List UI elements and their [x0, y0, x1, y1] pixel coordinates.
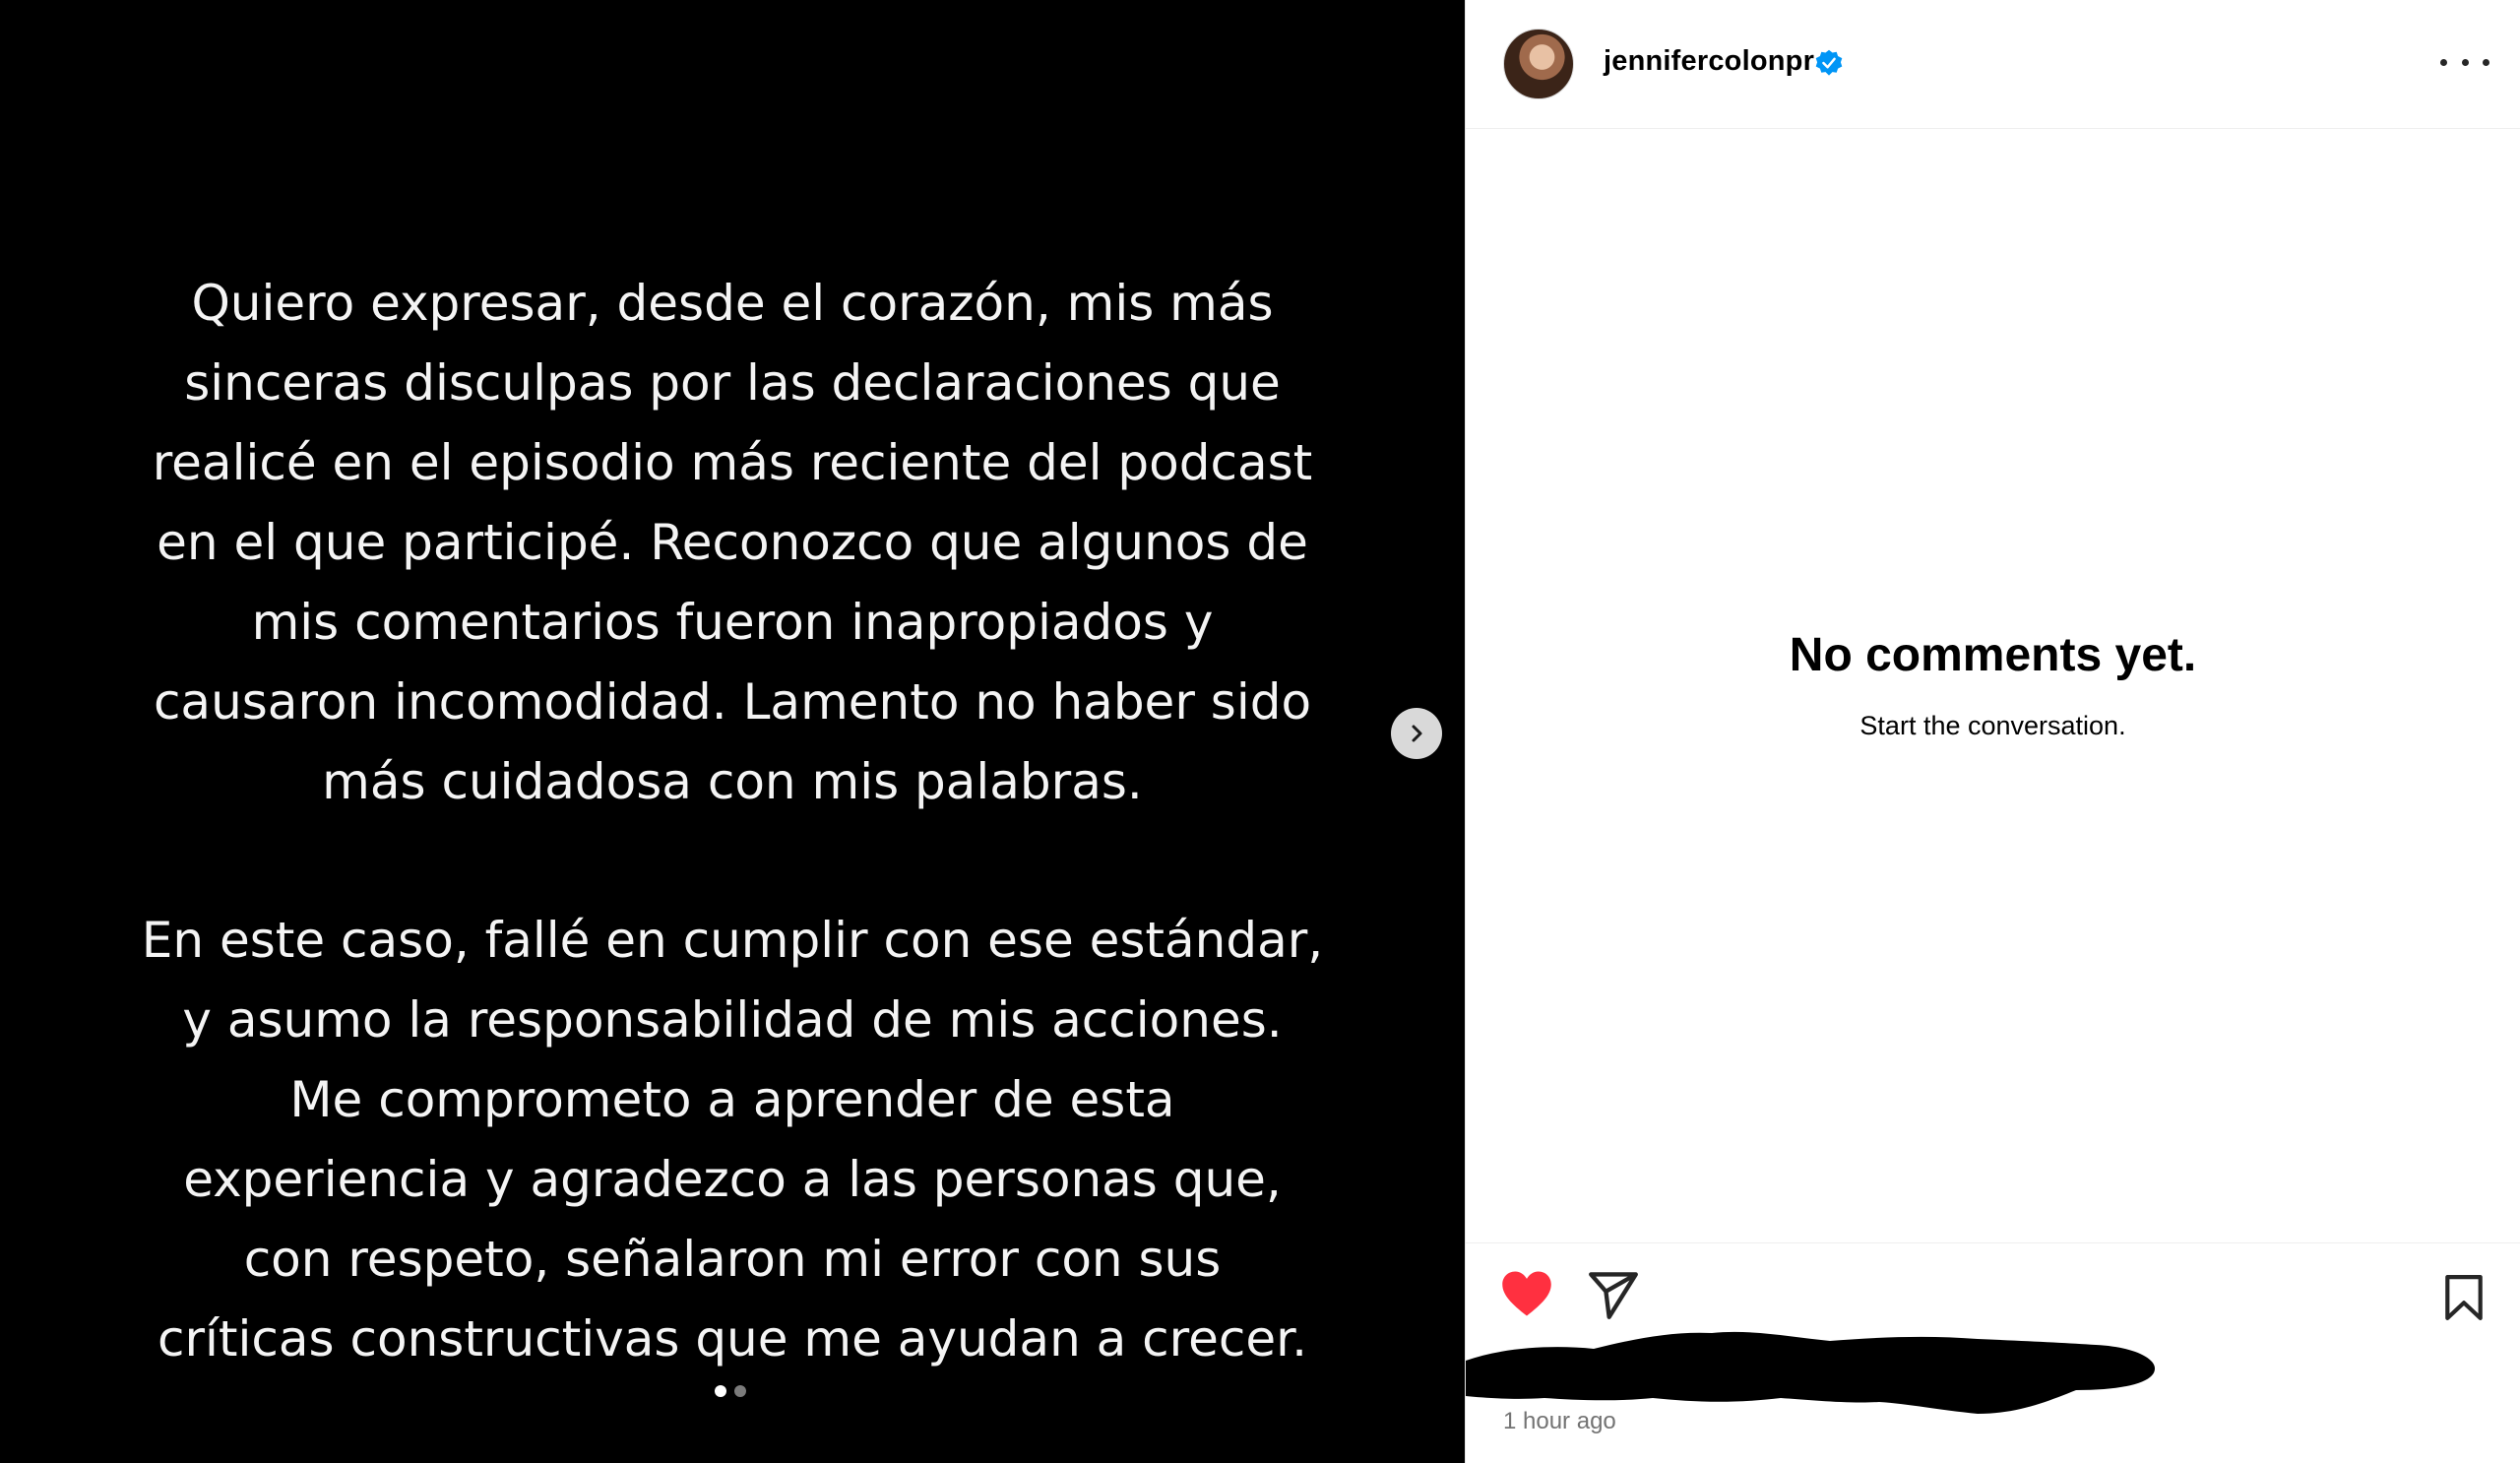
text-line: y asumo la responsabilidad de mis accion…: [182, 991, 1283, 1049]
text-line: con respeto, señalaron mi error con sus: [243, 1231, 1222, 1288]
username-link[interactable]: jennifercolonpr: [1604, 45, 1814, 78]
text-line: Me comprometo a aprender de esta: [289, 1071, 1175, 1128]
more-options-icon[interactable]: [2440, 47, 2489, 77]
empty-comments-title: No comments yet.: [1789, 629, 2197, 681]
carousel-next-button[interactable]: [1391, 708, 1442, 759]
empty-comments-subtitle: Start the conversation.: [1859, 711, 2126, 740]
avatar[interactable]: [1503, 29, 1574, 99]
text-line: en el que participé. Reconozco que algun…: [157, 514, 1308, 571]
text-line: experiencia y agradezco a las personas q…: [183, 1151, 1282, 1208]
text-line: sinceras disculpas por las declaraciones…: [184, 354, 1281, 412]
actions-divider: [1466, 1242, 2520, 1243]
text-line: En este caso, fallé en cumplir con ese e…: [141, 912, 1324, 969]
post-media: Quiero expresar, desde el corazón, mis m…: [0, 0, 1465, 1463]
verified-badge-icon: [1815, 49, 1843, 76]
text-line: más cuidadosa con mis palabras.: [322, 753, 1143, 810]
carousel-dot: [715, 1385, 726, 1397]
post-paragraph-2: En este caso, fallé en cumplir con ese e…: [0, 901, 1465, 1379]
carousel-dot: [734, 1385, 746, 1397]
text-line: mis comentarios fueron inapropiados y: [251, 594, 1214, 651]
text-line: realicé en el episodio más reciente del …: [152, 434, 1313, 491]
bookmark-icon[interactable]: [2442, 1274, 2486, 1321]
post-header: jennifercolonpr: [1466, 0, 2520, 129]
heart-icon[interactable]: [1500, 1269, 1553, 1318]
post-side-panel: jennifercolonpr No comments yet. Start t…: [1465, 0, 2520, 1463]
text-line: causaron incomodidad. Lamento no haber s…: [153, 673, 1312, 731]
post-timestamp: 1 hour ago: [1503, 1408, 1616, 1434]
carousel-indicator: [715, 1385, 746, 1397]
text-line: Quiero expresar, desde el corazón, mis m…: [191, 275, 1274, 332]
chevron-right-icon: [1412, 725, 1422, 742]
share-icon[interactable]: [1588, 1270, 1639, 1319]
text-line: críticas constructivas que me ayudan a c…: [157, 1310, 1308, 1368]
post-paragraph-1: Quiero expresar, desde el corazón, mis m…: [0, 264, 1465, 822]
